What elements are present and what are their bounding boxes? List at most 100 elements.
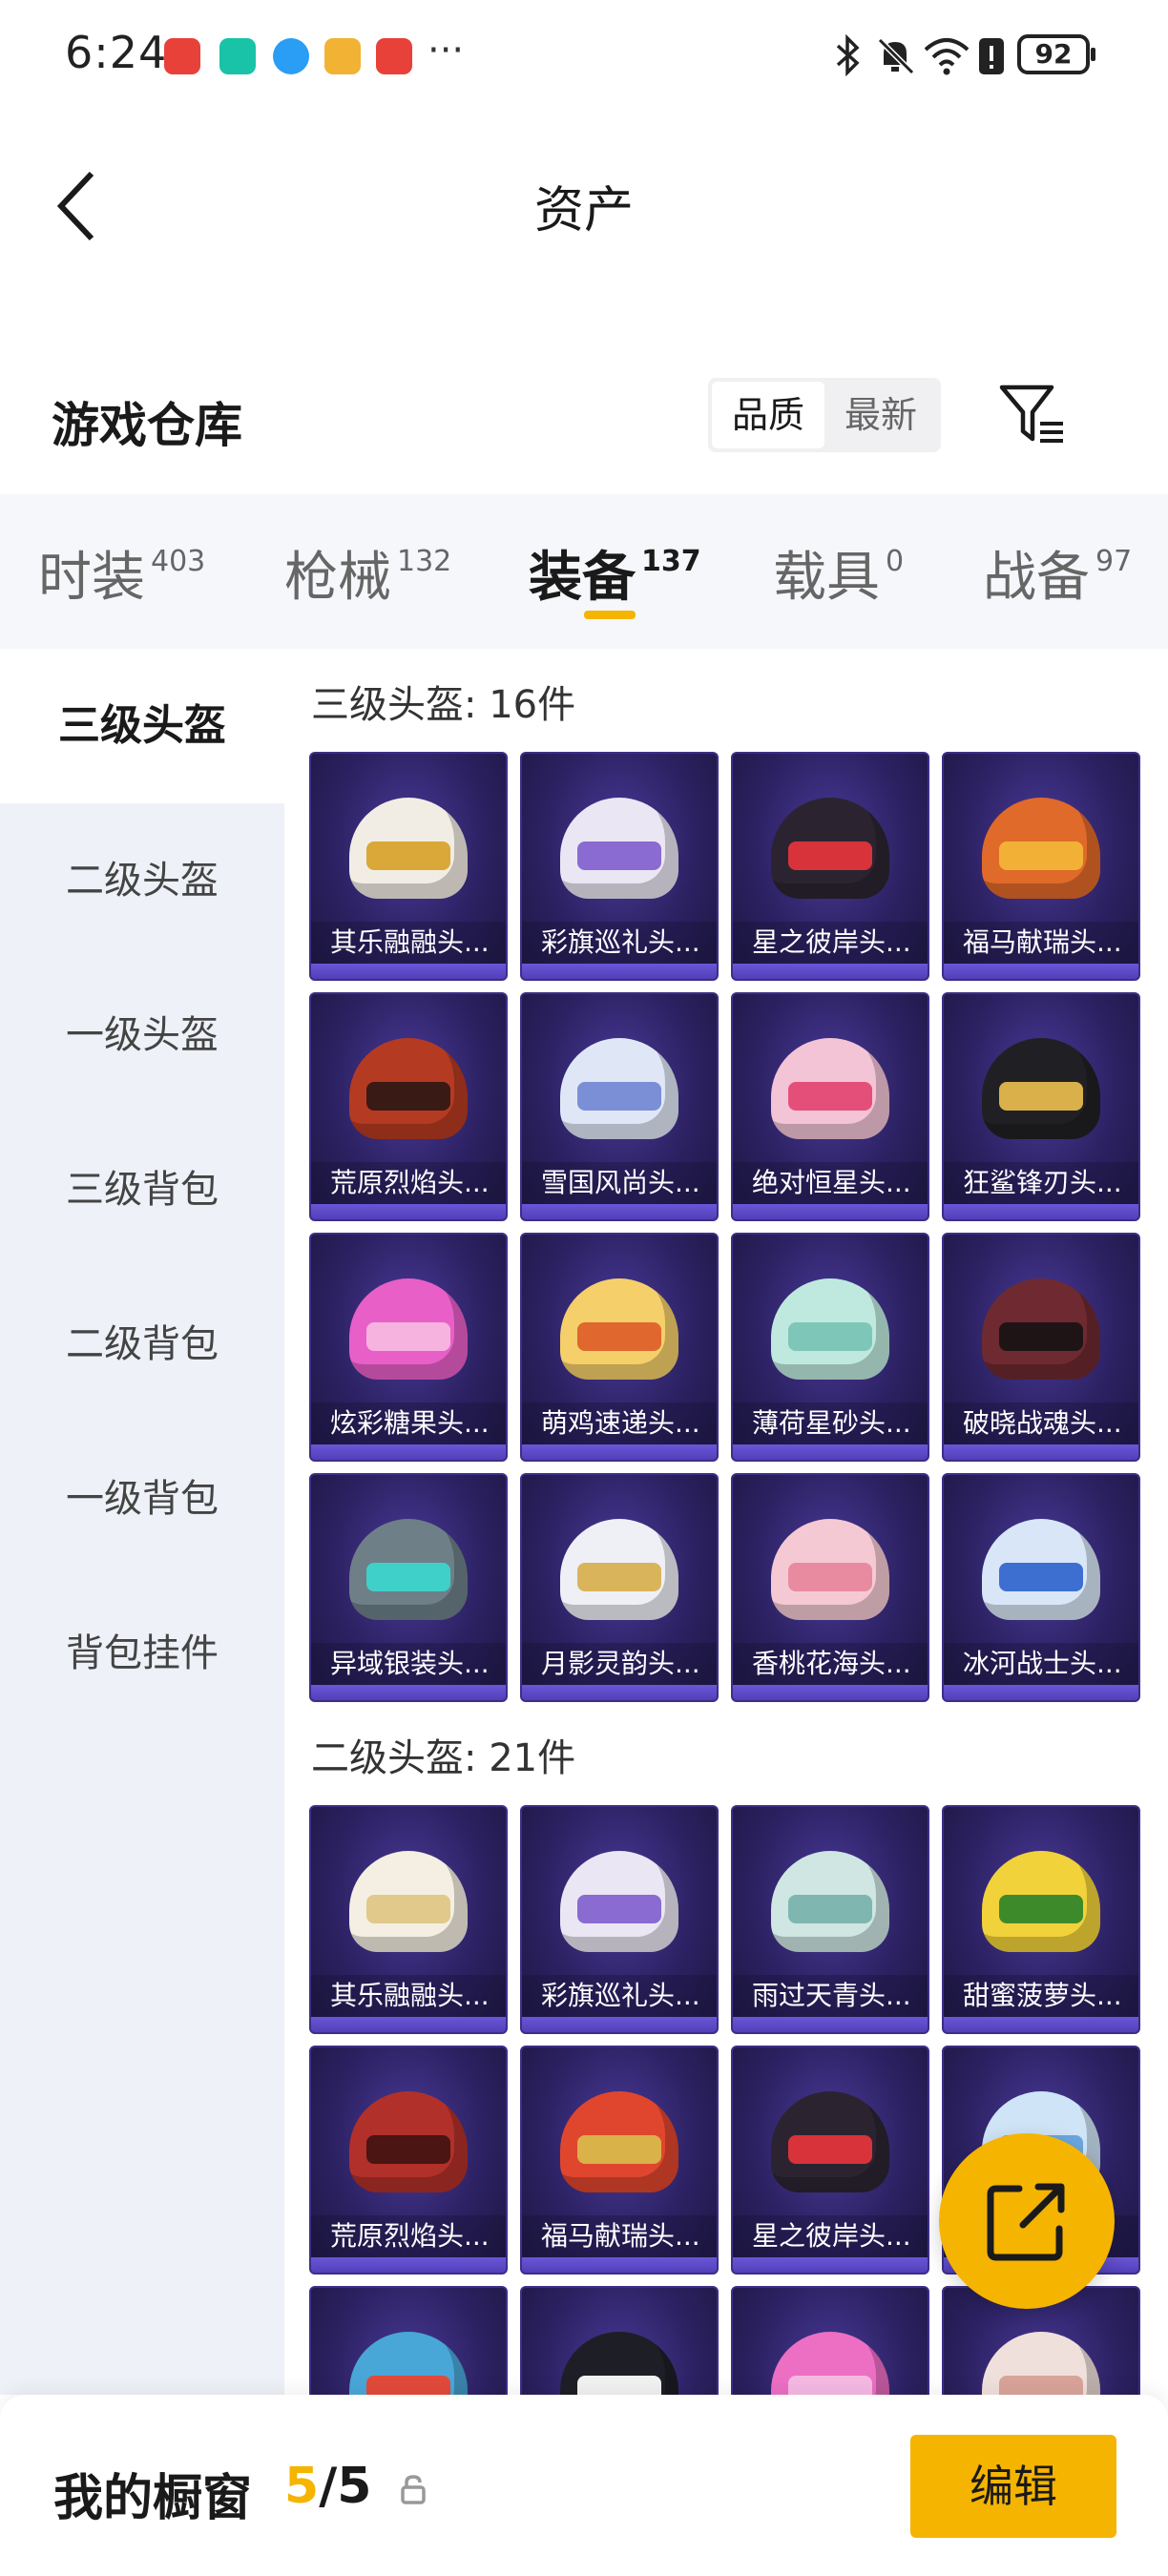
item-card[interactable]: 狂鲨锋刃头...	[942, 992, 1140, 1221]
sidebar-item-level2-helmet[interactable]: 二级头盔	[0, 803, 284, 958]
tab-count: 403	[151, 545, 206, 578]
page-title: 资产	[533, 182, 634, 239]
helmet-image	[771, 1278, 889, 1380]
item-name: 萌鸡速递头...	[522, 1402, 717, 1444]
helmet-image	[349, 1278, 468, 1380]
helmet-image	[771, 1519, 889, 1620]
item-card[interactable]: 星之彼岸头...	[731, 2046, 929, 2275]
item-card[interactable]: 香桃花海头...	[731, 1473, 929, 1702]
category-tabs: 时装 403 枪械 132 装备 137 载具 0 战备 97	[0, 494, 1168, 649]
item-card[interactable]: 绝对恒星头...	[731, 992, 929, 1221]
showcase-title: 我的橱窗	[53, 2470, 253, 2527]
tab-label: 战备	[983, 547, 1090, 609]
share-icon	[987, 2183, 1065, 2261]
item-name: 香桃花海头...	[733, 1643, 928, 1685]
more-notifications-icon: ···	[428, 29, 465, 73]
helmet-image	[982, 1519, 1100, 1620]
item-card[interactable]: 彩旗巡礼头...	[520, 752, 719, 981]
sidebar: 三级头盔 二级头盔 一级头盔 三级背包 二级背包 一级背包 背包挂件	[0, 649, 284, 2395]
helmet-image	[349, 1038, 468, 1139]
helmet-image	[349, 1519, 468, 1620]
filter-icon[interactable]	[998, 382, 1067, 448]
sidebar-item-backpack-charm[interactable]: 背包挂件	[0, 1576, 284, 1731]
sort-quality-option[interactable]: 品质	[712, 382, 824, 448]
showcase-total: 5	[337, 2458, 372, 2515]
status-time: 6:24	[65, 27, 168, 78]
item-name: 雪国风尚头...	[522, 1162, 717, 1204]
helmet-image	[349, 798, 468, 899]
item-card[interactable]: 福马献瑞头...	[942, 752, 1140, 981]
item-card[interactable]: 冰河战士头...	[942, 1473, 1140, 1702]
helmet-image	[982, 2332, 1100, 2395]
tab-supplies[interactable]: 战备 97	[983, 534, 1132, 612]
music-app-icon	[324, 38, 361, 74]
item-card[interactable]: 其乐融融头...	[309, 752, 508, 981]
active-tab-indicator	[584, 611, 636, 619]
huawei-app-icon	[376, 38, 412, 74]
tab-count: 132	[397, 545, 452, 578]
item-name: 绝对恒星头...	[733, 1162, 928, 1204]
item-name: 异域银装头...	[311, 1643, 506, 1685]
status-bar: 6:24 ··· 92	[0, 0, 1168, 114]
item-card[interactable]: 星之彼岸头...	[731, 752, 929, 981]
shield-app-icon	[219, 38, 256, 74]
sidebar-item-level1-helmet[interactable]: 一级头盔	[0, 958, 284, 1112]
alert-icon	[979, 38, 1004, 74]
item-name: 破晓战魂头...	[944, 1402, 1138, 1444]
bluetooth-icon	[836, 34, 860, 76]
sidebar-item-level3-helmet[interactable]: 三级头盔	[0, 649, 284, 803]
item-card[interactable]: 彩旗巡礼头...	[520, 1805, 719, 2034]
sort-toggle: 品质 最新	[708, 378, 941, 452]
sidebar-item-level3-backpack[interactable]: 三级背包	[0, 1112, 284, 1267]
item-card[interactable]: 薄荷星砂头...	[731, 1233, 929, 1462]
helmet-image	[982, 1278, 1100, 1380]
item-card[interactable]: 炫彩糖果头...	[309, 1233, 508, 1462]
item-card[interactable]: 月影灵韵头...	[520, 1473, 719, 1702]
sidebar-item-level1-backpack[interactable]: 一级背包	[0, 1422, 284, 1576]
helmet-image	[560, 1851, 678, 1952]
wifi-icon	[924, 38, 970, 75]
tab-vehicles[interactable]: 载具 0	[773, 534, 904, 612]
item-name: 甜蜜菠萝头...	[944, 1975, 1138, 2017]
sidebar-item-level2-backpack[interactable]: 二级背包	[0, 1267, 284, 1422]
helmet-image	[982, 1851, 1100, 1952]
helmet-image	[560, 1278, 678, 1380]
tab-label: 时装	[38, 547, 145, 609]
helmet-image	[560, 2332, 678, 2395]
item-name: 炫彩糖果头...	[311, 1402, 506, 1444]
item-name: 其乐融融头...	[311, 922, 506, 964]
helmet-image	[771, 1851, 889, 1952]
tab-label: 装备	[529, 547, 636, 609]
helmet-image	[771, 2091, 889, 2192]
showcase-count: 5/5	[284, 2458, 371, 2515]
item-card[interactable]: 雨过天青头...	[731, 1805, 929, 2034]
item-card[interactable]: 甜蜜菠萝头...	[942, 1805, 1140, 2034]
item-card[interactable]: 萌鸡速递头...	[520, 1233, 719, 1462]
tab-guns[interactable]: 枪械 132	[284, 534, 451, 612]
item-card[interactable]	[520, 2286, 719, 2395]
item-name: 薄荷星砂头...	[733, 1402, 928, 1444]
sort-newest-option[interactable]: 最新	[824, 382, 937, 448]
item-card[interactable]: 雪国风尚头...	[520, 992, 719, 1221]
item-card[interactable]: 福马献瑞头...	[520, 2046, 719, 2275]
helmet-image	[560, 2091, 678, 2192]
share-button[interactable]	[939, 2133, 1115, 2309]
helmet-image	[560, 798, 678, 899]
helmet-image	[771, 1038, 889, 1139]
item-card[interactable]: 荒原烈焰头...	[309, 2046, 508, 2275]
item-name: 雨过天青头...	[733, 1975, 928, 2017]
item-card[interactable]: 破晓战魂头...	[942, 1233, 1140, 1462]
showcase-bar: 我的橱窗 5/5 编辑	[0, 2395, 1168, 2576]
tab-fashion[interactable]: 时装 403	[38, 534, 205, 612]
item-card[interactable]: 其乐融融头...	[309, 1805, 508, 2034]
item-name: 月影灵韵头...	[522, 1643, 717, 1685]
item-card[interactable]: 荒原烈焰头...	[309, 992, 508, 1221]
tab-equipment[interactable]: 装备 137	[529, 534, 701, 612]
item-card[interactable]	[309, 2286, 508, 2395]
item-card[interactable]	[731, 2286, 929, 2395]
item-name: 荒原烈焰头...	[311, 2215, 506, 2257]
helmet-image	[560, 1519, 678, 1620]
edit-button[interactable]: 编辑	[910, 2435, 1116, 2538]
showcase-separator: /	[319, 2458, 338, 2515]
item-card[interactable]: 异域银装头...	[309, 1473, 508, 1702]
